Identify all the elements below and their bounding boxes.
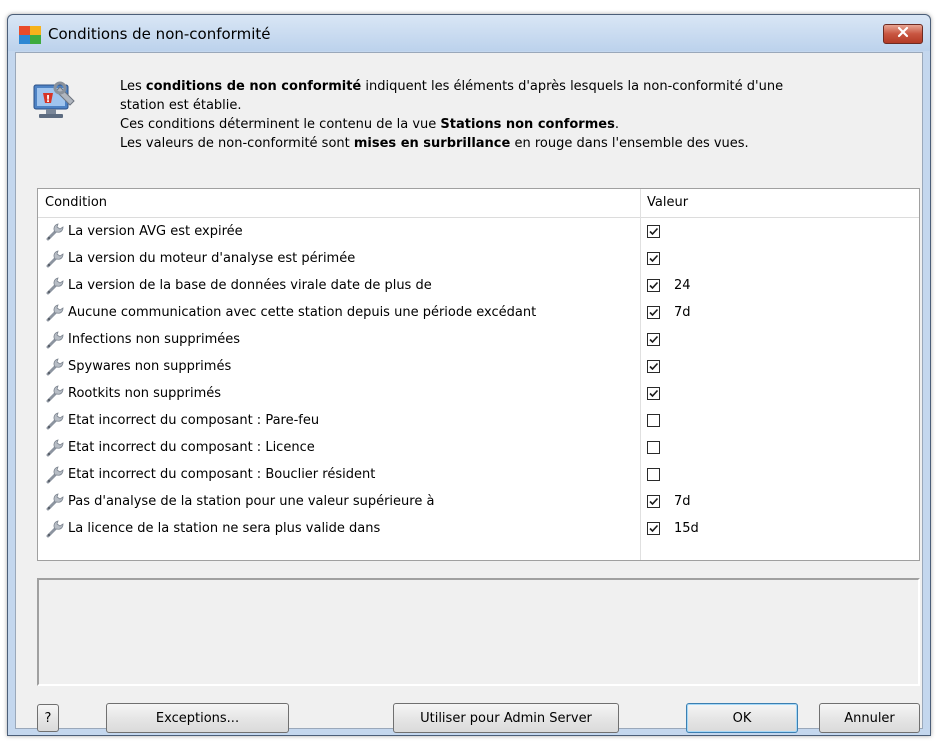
- ok-button[interactable]: OK: [686, 703, 798, 733]
- help-button[interactable]: ?: [37, 704, 59, 732]
- description-area: [37, 578, 920, 686]
- intro-line-2: station est établie.: [120, 98, 242, 113]
- close-icon: [896, 26, 910, 42]
- table-row[interactable]: Pas d'analyse de la station pour une val…: [38, 488, 919, 515]
- condition-label: Aucune communication avec cette station …: [68, 305, 537, 320]
- wrench-icon: [45, 304, 65, 322]
- condition-label: La version du moteur d'analyse est périm…: [68, 251, 356, 266]
- condition-value[interactable]: 7d: [674, 494, 691, 509]
- condition-label: Etat incorrect du composant : Licence: [68, 440, 315, 455]
- wrench-icon: [45, 466, 65, 484]
- wrench-icon: [45, 520, 65, 538]
- column-header-valeur[interactable]: Valeur: [647, 195, 688, 210]
- wrench-icon: [45, 277, 65, 295]
- condition-checkbox[interactable]: [647, 522, 660, 535]
- avg-logo-icon: [19, 26, 41, 44]
- condition-label: Rootkits non supprimés: [68, 386, 222, 401]
- computer-warning-icon: !: [30, 79, 78, 121]
- table-row[interactable]: Etat incorrect du composant : Pare-feu: [38, 407, 919, 434]
- admin-server-button[interactable]: Utiliser pour Admin Server: [393, 703, 619, 733]
- wrench-icon: [45, 493, 65, 511]
- condition-label: Spywares non supprimés: [68, 359, 232, 374]
- wrench-icon: [45, 358, 65, 376]
- condition-value[interactable]: 15d: [674, 521, 699, 536]
- condition-checkbox[interactable]: [647, 414, 660, 427]
- table-row[interactable]: La version du moteur d'analyse est périm…: [38, 245, 919, 272]
- condition-label: La version AVG est expirée: [68, 224, 243, 239]
- close-button[interactable]: [883, 24, 923, 44]
- table-header: Condition Valeur: [38, 189, 919, 218]
- condition-checkbox[interactable]: [647, 495, 660, 508]
- table-row[interactable]: La version de la base de données virale …: [38, 272, 919, 299]
- window-title: Conditions de non-conformité: [48, 25, 271, 43]
- condition-checkbox[interactable]: [647, 333, 660, 346]
- intro-line-3: Ces conditions déterminent le contenu de…: [120, 117, 619, 132]
- wrench-icon: [45, 439, 65, 457]
- condition-checkbox[interactable]: [647, 279, 660, 292]
- wrench-icon: [45, 412, 65, 430]
- cancel-button[interactable]: Annuler: [819, 703, 920, 733]
- wrench-icon: [45, 331, 65, 349]
- table-row[interactable]: La version AVG est expirée: [38, 218, 919, 245]
- intro-text: Les conditions de non conformité indique…: [120, 77, 900, 153]
- condition-checkbox[interactable]: [647, 306, 660, 319]
- condition-label: Etat incorrect du composant : Pare-feu: [68, 413, 320, 428]
- table-row[interactable]: Rootkits non supprimés: [38, 380, 919, 407]
- condition-value[interactable]: 7d: [674, 305, 691, 320]
- table-row[interactable]: La licence de la station ne sera plus va…: [38, 515, 919, 542]
- wrench-icon: [45, 223, 65, 241]
- title-bar[interactable]: Conditions de non-conformité: [8, 15, 930, 51]
- conditions-table: Condition Valeur La version AVG est expi…: [37, 188, 920, 561]
- condition-checkbox[interactable]: [647, 225, 660, 238]
- condition-checkbox[interactable]: [647, 468, 660, 481]
- intro-line-4: Les valeurs de non-conformité sont mises…: [120, 136, 749, 151]
- intro-line-1: Les conditions de non conformité indique…: [120, 79, 784, 94]
- table-row[interactable]: Etat incorrect du composant : Licence: [38, 434, 919, 461]
- svg-text:!: !: [46, 94, 51, 105]
- wrench-icon: [45, 250, 65, 268]
- table-row[interactable]: Infections non supprimées: [38, 326, 919, 353]
- condition-label: La version de la base de données virale …: [68, 278, 432, 293]
- condition-label: Pas d'analyse de la station pour une val…: [68, 494, 435, 509]
- condition-checkbox[interactable]: [647, 441, 660, 454]
- table-row[interactable]: Spywares non supprimés: [38, 353, 919, 380]
- condition-checkbox[interactable]: [647, 387, 660, 400]
- condition-label: Infections non supprimées: [68, 332, 241, 347]
- table-row[interactable]: Etat incorrect du composant : Bouclier r…: [38, 461, 919, 488]
- condition-checkbox[interactable]: [647, 252, 660, 265]
- column-header-condition[interactable]: Condition: [45, 195, 107, 210]
- dialog-window: Conditions de non-conformité ! Les condi…: [7, 14, 931, 736]
- wrench-icon: [45, 385, 65, 403]
- exceptions-button[interactable]: Exceptions...: [106, 703, 289, 733]
- dialog-body: ! Les conditions de non conformité indiq…: [15, 52, 923, 733]
- table-row[interactable]: Aucune communication avec cette station …: [38, 299, 919, 326]
- condition-label: Etat incorrect du composant : Bouclier r…: [68, 467, 376, 482]
- condition-value[interactable]: 24: [674, 278, 691, 293]
- condition-checkbox[interactable]: [647, 360, 660, 373]
- condition-label: La licence de la station ne sera plus va…: [68, 521, 381, 536]
